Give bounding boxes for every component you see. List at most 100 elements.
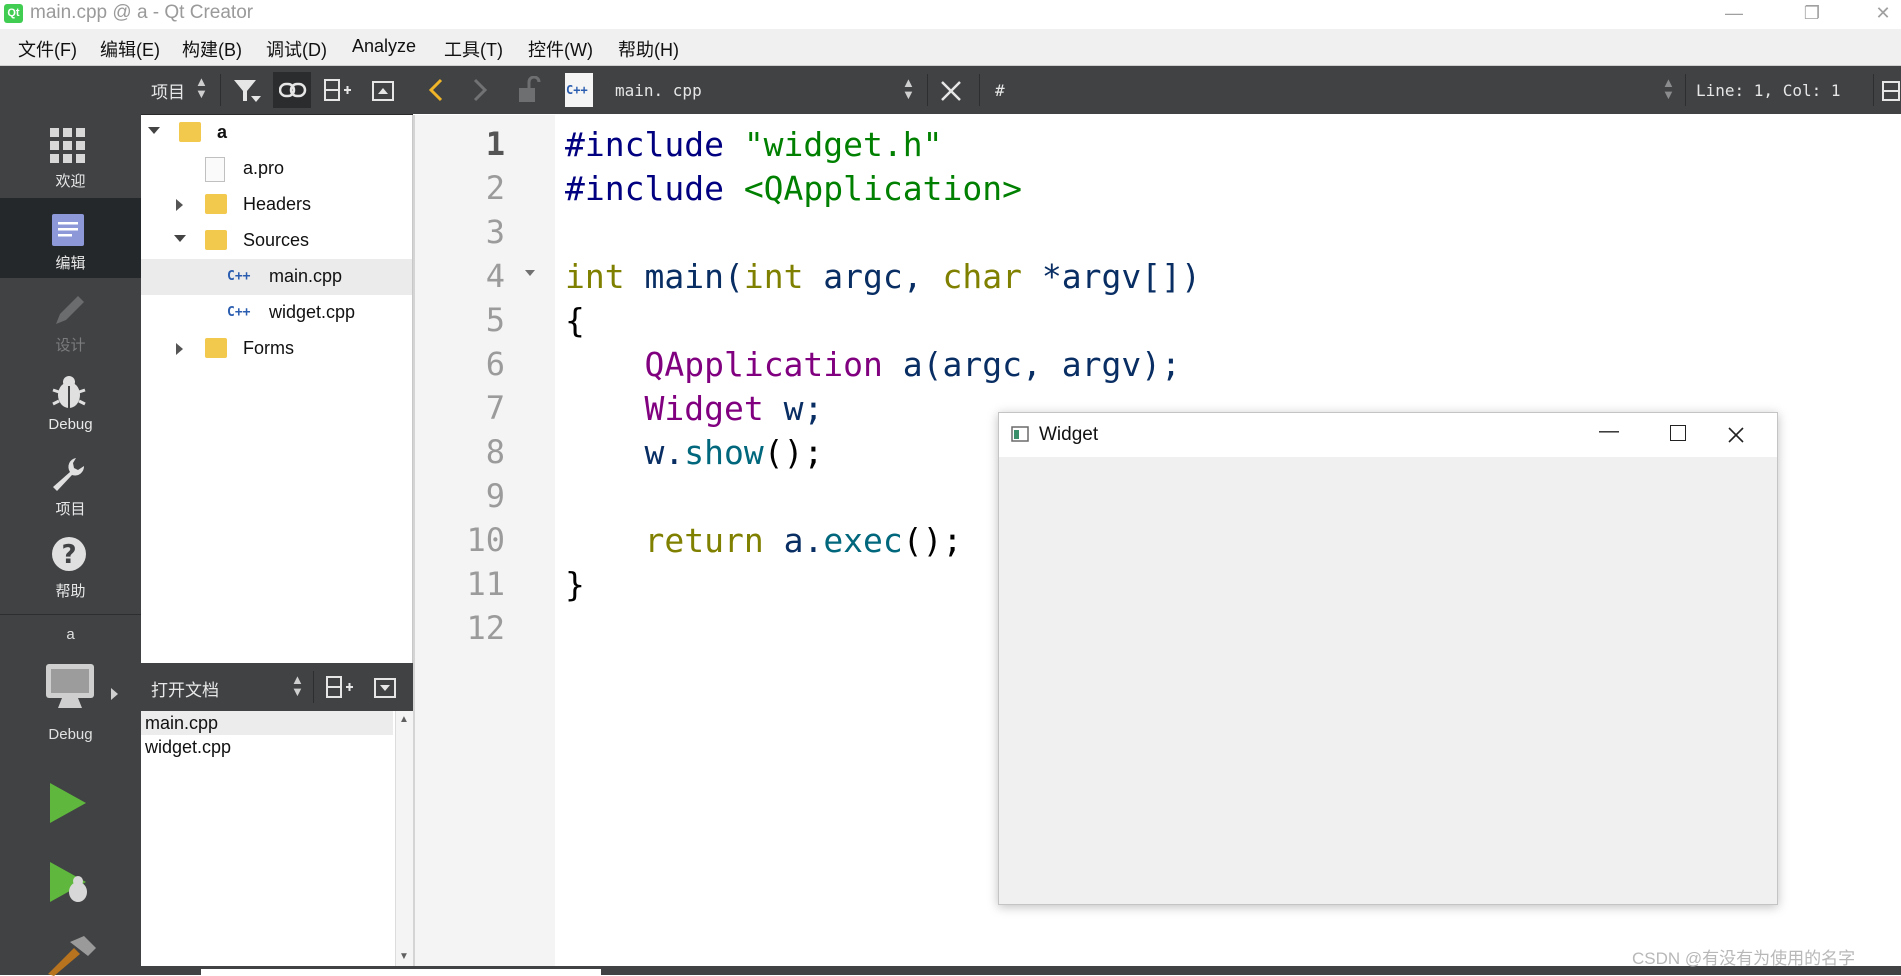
collapse-arrow-icon (148, 127, 160, 134)
mode-welcome[interactable]: 欢迎 (0, 116, 141, 196)
widget-close-button[interactable] (1727, 426, 1745, 444)
open-doc-item[interactable]: main.cpp (145, 713, 218, 734)
close-pane-icon[interactable] (373, 677, 397, 699)
tree-item-sources[interactable]: Sources (141, 223, 412, 259)
pencil-icon (56, 296, 84, 324)
widget-minimize-button[interactable]: — (1589, 420, 1629, 450)
menu-help[interactable]: 帮助(H) (618, 36, 679, 62)
identifier-token: main( (624, 257, 744, 296)
help-icon: ? (52, 537, 86, 571)
menu-tools[interactable]: 工具(T) (444, 36, 503, 62)
string-token: <QApplication> (743, 169, 1022, 208)
mode-edit[interactable]: 编辑 (0, 198, 141, 278)
close-pane-icon[interactable] (371, 80, 395, 102)
monitor-icon (46, 664, 94, 708)
menu-analyze[interactable]: Analyze (352, 36, 416, 57)
tree-item-label: a (217, 122, 228, 142)
tree-item-label: Forms (243, 338, 294, 358)
widget-maximize-button[interactable] (1657, 422, 1697, 452)
line-number: 11 (466, 565, 505, 603)
open-docs-scrollbar[interactable]: ▲ ▼ (395, 711, 413, 966)
kit-selector[interactable]: Debug (0, 656, 141, 756)
expand-arrow-icon (176, 199, 183, 211)
code-line: } (565, 565, 585, 604)
code-line: QApplication a(argc, argv); (565, 345, 1181, 389)
identifier-token: a(argc, argv); (882, 345, 1181, 384)
toolbar-divider (1685, 74, 1686, 106)
split-add-icon[interactable] (323, 78, 351, 102)
forward-arrow-icon[interactable] (471, 78, 489, 102)
identifier-token: w; (763, 389, 824, 428)
mode-debug[interactable]: Debug (0, 362, 141, 442)
mode-bar: 欢迎 编辑 设计 Debug 项目 ? 帮助 a Debug (0, 66, 141, 976)
minimize-button[interactable]: — (1711, 0, 1757, 28)
code-line: #include "widget.h" (565, 125, 943, 169)
mode-design[interactable]: 设计 (0, 280, 141, 360)
locator-input[interactable] (201, 969, 601, 975)
navigation-toolbar: 项目 ▲ ▼ (141, 66, 413, 115)
open-documents-selector[interactable]: 打开文档 (151, 676, 219, 701)
line-number: 3 (485, 213, 505, 251)
sync-link-button[interactable] (273, 72, 311, 108)
bug-icon (52, 376, 86, 408)
cursor-position[interactable]: Line: 1, Col: 1 (1696, 81, 1841, 100)
menu-edit[interactable]: 编辑(E) (100, 36, 160, 62)
toolbar-divider (313, 671, 314, 703)
split-editor-icon[interactable] (1881, 80, 1901, 102)
close-button[interactable]: ✕ (1860, 0, 1901, 28)
indent-token (565, 345, 644, 384)
open-documents-list: main.cpp widget.cpp ▲ ▼ (141, 711, 413, 966)
close-document-icon[interactable] (939, 79, 963, 103)
widget-window-titlebar[interactable]: Widget — (999, 413, 1777, 457)
nav-view-selector[interactable]: 项目 (151, 78, 185, 103)
widget-app-window[interactable]: Widget — (998, 412, 1778, 905)
tree-item-main-cpp[interactable]: C++ main.cpp (141, 259, 412, 295)
menu-controls[interactable]: 控件(W) (528, 36, 593, 62)
line-number: 5 (485, 301, 505, 339)
link-icon (279, 82, 307, 98)
filter-icon[interactable] (233, 78, 261, 104)
indent-token (565, 389, 644, 428)
restore-button[interactable]: ❐ (1789, 0, 1835, 28)
up-down-arrows-icon: ▲ ▼ (291, 672, 304, 699)
tree-item-widget-cpp[interactable]: C++ widget.cpp (141, 295, 412, 331)
split-add-icon[interactable] (325, 675, 353, 699)
mode-help[interactable]: ? 帮助 (0, 526, 141, 606)
kit-config-label: Debug (48, 726, 93, 743)
keyword-token: return (644, 521, 764, 560)
mode-help-label: 帮助 (55, 583, 86, 600)
symbol-selector[interactable]: # (995, 81, 1005, 100)
menu-build[interactable]: 构建(B) (182, 36, 242, 62)
identifier-token: argc, (803, 257, 943, 296)
kit-expand-icon (111, 688, 118, 700)
tree-item-pro-file[interactable]: a.pro (141, 151, 412, 187)
build-hammer-icon[interactable] (44, 936, 98, 976)
current-file-selector[interactable]: main. cpp (615, 81, 702, 100)
watermark: CSDN @有没有为使用的名字 (1632, 949, 1856, 968)
tree-item-headers[interactable]: Headers (141, 187, 412, 223)
identifier-token: a. (763, 521, 824, 560)
tree-item-label: Headers (243, 194, 312, 214)
line-number: 12 (466, 609, 505, 647)
mode-divider (0, 614, 141, 615)
run-button[interactable] (48, 781, 88, 825)
scroll-down-icon[interactable]: ▼ (399, 951, 409, 962)
menu-bar: 文件(F) 编辑(E) 构建(B) 调试(D) Analyze 工具(T) 控件… (0, 29, 1901, 66)
keyword-token: int (565, 257, 625, 296)
mode-design-label: 设计 (55, 337, 86, 354)
menu-debug[interactable]: 调试(D) (266, 36, 327, 62)
menu-file[interactable]: 文件(F) (18, 36, 77, 62)
mode-projects[interactable]: 项目 (0, 444, 141, 524)
grid-icon (50, 128, 85, 163)
scroll-up-icon[interactable]: ▲ (399, 714, 409, 725)
back-arrow-icon[interactable] (427, 78, 445, 102)
fold-marker-icon[interactable] (525, 270, 535, 276)
debug-run-button[interactable] (48, 860, 94, 906)
open-documents-toolbar: 打开文档 ▲ ▼ (141, 663, 413, 711)
open-doc-item[interactable]: widget.cpp (145, 737, 231, 758)
tree-item-project[interactable]: a (141, 115, 412, 151)
qt-creator-logo-icon: Qt (4, 4, 23, 23)
lock-icon[interactable] (517, 76, 541, 104)
forms-folder-icon (205, 338, 227, 358)
tree-item-forms[interactable]: Forms (141, 331, 412, 367)
